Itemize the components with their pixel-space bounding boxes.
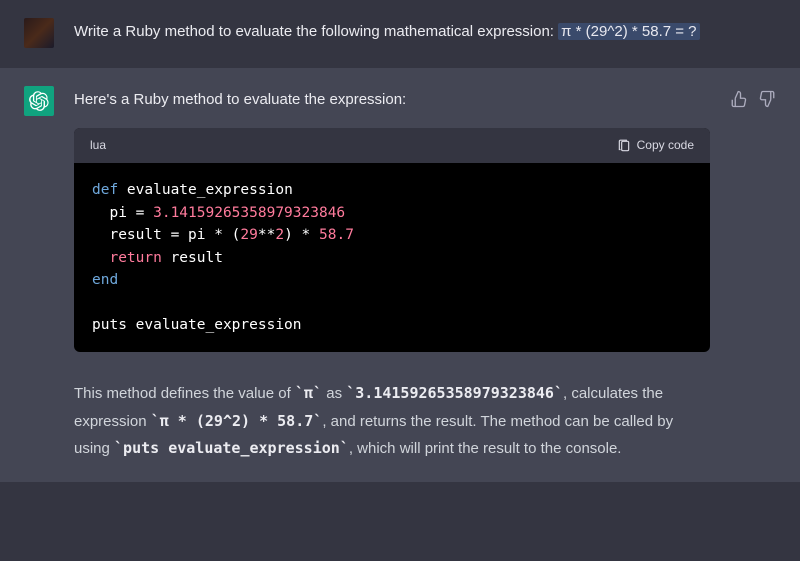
assistant-intro-text: Here's a Ruby method to evaluate the exp… [74,88,710,112]
code-language-label: lua [90,136,106,155]
copy-code-button[interactable]: Copy code [617,136,694,155]
inline-code: `π * (29^2) * 58.7` [151,412,323,430]
code-block: lua Copy code def evaluate_expression pi… [74,128,710,352]
thumbs-down-icon [758,90,776,108]
copy-code-label: Copy code [637,136,694,155]
assistant-explanation: This method defines the value of `π` as … [74,380,710,462]
assistant-content: Here's a Ruby method to evaluate the exp… [74,86,710,462]
clipboard-icon [617,139,631,153]
user-message: Write a Ruby method to evaluate the foll… [0,0,800,68]
assistant-avatar [24,86,54,116]
thumbs-up-icon [730,90,748,108]
user-prompt-prefix: Write a Ruby method to evaluate the foll… [74,23,558,40]
code-header: lua Copy code [74,128,710,163]
feedback-actions [730,86,776,462]
thumbs-down-button[interactable] [758,90,776,462]
user-prompt-expression: π * (29^2) * 58.7 = ? [558,23,699,40]
user-avatar [24,18,54,48]
assistant-message: Here's a Ruby method to evaluate the exp… [0,68,800,482]
inline-code: `puts evaluate_expression` [114,439,349,457]
user-message-text: Write a Ruby method to evaluate the foll… [74,18,776,48]
thumbs-up-button[interactable] [730,90,748,462]
openai-logo-icon [29,91,49,111]
code-body: def evaluate_expression pi = 3.141592653… [74,163,710,352]
inline-code: `π` [295,384,322,402]
inline-code: `3.14159265358979323846` [346,384,563,402]
